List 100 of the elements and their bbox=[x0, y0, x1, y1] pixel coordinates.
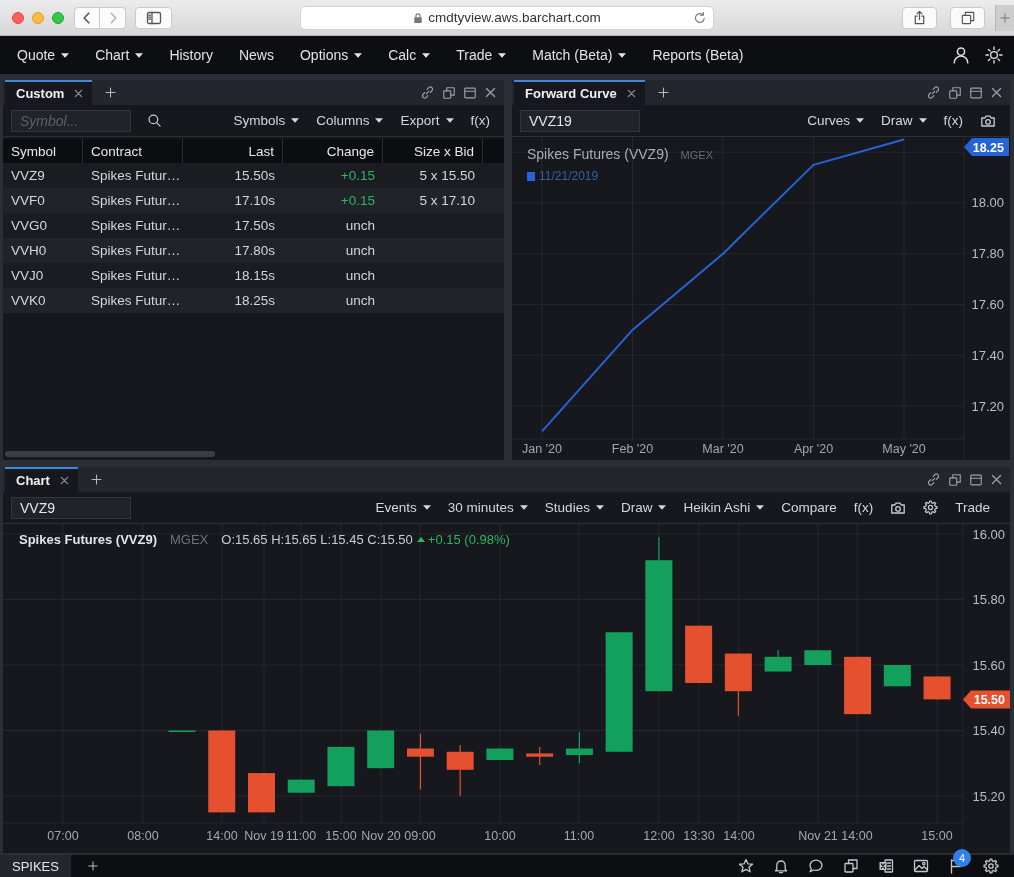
nav-menu[interactable]: Options bbox=[299, 47, 363, 63]
reload-icon[interactable] bbox=[693, 10, 707, 25]
y-axis-label: 17.80 bbox=[971, 246, 1004, 262]
nav-link[interactable]: News bbox=[238, 47, 274, 63]
dropdown-button[interactable]: Symbols bbox=[233, 113, 300, 128]
search-icon[interactable] bbox=[147, 113, 162, 128]
plus-icon[interactable] bbox=[656, 86, 670, 99]
link-icon[interactable] bbox=[420, 85, 435, 100]
link-icon[interactable] bbox=[926, 472, 941, 487]
toolbar-button[interactable]: f(x) bbox=[943, 113, 963, 128]
close-icon[interactable] bbox=[484, 86, 497, 99]
close-icon[interactable] bbox=[59, 476, 69, 485]
window-icon[interactable] bbox=[969, 472, 983, 487]
share-icon[interactable] bbox=[912, 10, 927, 25]
table-row[interactable]: VVH0 Spikes Futur… 17.80s unch bbox=[3, 238, 504, 263]
address-field[interactable]: cmdtyview.aws.barchart.com bbox=[300, 5, 714, 30]
x-axis-label: 09:00 bbox=[404, 829, 436, 843]
dropdown-button[interactable]: Studies bbox=[544, 500, 604, 515]
dropdown-button[interactable]: 30 minutes bbox=[447, 500, 528, 515]
nav-menu[interactable]: Trade bbox=[456, 47, 507, 63]
nav-link[interactable]: Reports (Beta) bbox=[652, 47, 744, 63]
close-icon[interactable] bbox=[626, 89, 636, 98]
nav-menu[interactable]: Calc bbox=[388, 47, 431, 63]
dropdown-button[interactable]: Draw bbox=[620, 500, 667, 515]
bell-icon[interactable] bbox=[773, 858, 789, 874]
window-icon[interactable] bbox=[969, 85, 983, 100]
overlapping-squares-icon[interactable] bbox=[948, 472, 962, 487]
overlapping-squares-icon[interactable] bbox=[442, 85, 456, 100]
star-icon[interactable] bbox=[738, 858, 754, 874]
close-icon[interactable] bbox=[74, 89, 84, 98]
plus-icon[interactable] bbox=[89, 473, 103, 486]
dropdown-button[interactable]: Heikin Ashi bbox=[683, 500, 765, 515]
table-row[interactable]: VVG0 Spikes Futur… 17.50s unch bbox=[3, 213, 504, 238]
plus-icon[interactable] bbox=[104, 86, 118, 99]
nav-menu[interactable]: Match (Beta) bbox=[532, 47, 627, 63]
toolbar-button[interactable]: f(x) bbox=[470, 113, 490, 128]
overlapping-squares-icon[interactable] bbox=[960, 10, 975, 25]
tabs-button[interactable] bbox=[950, 6, 985, 29]
bearish-candle bbox=[685, 625, 713, 684]
dropdown-button[interactable]: Export bbox=[400, 113, 454, 128]
sidebar-icon[interactable] bbox=[145, 9, 162, 26]
table-row[interactable]: VVK0 Spikes Futur… 18.25s unch bbox=[3, 288, 504, 313]
dropdown-button[interactable]: Events bbox=[375, 500, 431, 515]
exchange-label: MGEX bbox=[170, 532, 209, 547]
caret-icon bbox=[375, 118, 384, 123]
panel-tab[interactable]: Chart bbox=[5, 467, 78, 492]
nav-link[interactable]: History bbox=[169, 47, 213, 63]
table-cell-text: 18.15s bbox=[233, 267, 276, 285]
x-axis-label: 10:00 bbox=[484, 829, 516, 843]
plus-icon[interactable] bbox=[86, 860, 99, 872]
link-icon[interactable] bbox=[926, 85, 941, 100]
dropdown-button[interactable]: Curves bbox=[807, 113, 864, 128]
x-axis-label: 08:00 bbox=[127, 829, 159, 843]
table-row[interactable]: VVZ9 Spikes Futur… 15.50s +0.15 5 x 15.50 bbox=[3, 163, 504, 188]
table-cell-text: Spikes Futur… bbox=[90, 242, 182, 260]
overlapping-squares-icon[interactable] bbox=[948, 85, 962, 100]
nav-menu[interactable]: Quote bbox=[17, 47, 70, 63]
image-icon[interactable] bbox=[913, 858, 929, 874]
table-cell-text: VVF0 bbox=[10, 192, 46, 210]
symbol-field[interactable]: VVZ19 bbox=[520, 109, 640, 132]
chat-bubble-icon[interactable] bbox=[808, 858, 824, 874]
table-row[interactable]: VVF0 Spikes Futur… 17.10s +0.15 5 x 17.10 bbox=[3, 188, 504, 213]
table-cell-text: +0.15 bbox=[339, 167, 376, 185]
overlapping-squares-icon[interactable] bbox=[843, 858, 859, 874]
bullish-candle bbox=[287, 779, 315, 794]
caret-icon bbox=[658, 505, 667, 510]
x-axis-label: May '20 bbox=[882, 442, 926, 456]
close-icon[interactable] bbox=[990, 86, 1003, 99]
back-button[interactable] bbox=[74, 6, 100, 29]
sun-icon[interactable] bbox=[984, 45, 1004, 65]
panel-tab[interactable]: Forward Curve bbox=[514, 80, 645, 105]
window-icon[interactable] bbox=[463, 85, 477, 100]
settings-icon[interactable] bbox=[983, 858, 999, 874]
share-button[interactable] bbox=[902, 6, 937, 29]
caret-icon bbox=[595, 505, 604, 510]
close-icon[interactable] bbox=[990, 473, 1003, 486]
dropdown-button[interactable]: Columns bbox=[316, 113, 384, 128]
user-icon[interactable] bbox=[952, 46, 970, 64]
chart-title: Spikes Futures (VVZ9) bbox=[527, 146, 669, 162]
table-cell-text: 15.50s bbox=[233, 167, 276, 185]
trade-button[interactable]: Trade bbox=[955, 500, 990, 515]
y-axis-label: 18.00 bbox=[971, 195, 1004, 211]
toolbar-button[interactable]: f(x) bbox=[853, 500, 874, 515]
horizontal-scrollbar[interactable] bbox=[5, 451, 215, 457]
table-row[interactable]: VVJ0 Spikes Futur… 18.15s unch bbox=[3, 263, 504, 288]
ohlc-values: O:15.65 H:15.65 L:15.45 C:15.50 bbox=[221, 532, 413, 547]
symbol-field[interactable]: Symbol... bbox=[11, 109, 131, 132]
dropdown-button[interactable]: Draw bbox=[881, 113, 927, 128]
panel-tab[interactable]: Custom bbox=[5, 80, 93, 105]
settings-icon[interactable] bbox=[923, 500, 939, 515]
workspace-tab[interactable]: SPIKES bbox=[0, 855, 71, 877]
symbol-field[interactable]: VVZ9 bbox=[11, 496, 131, 519]
price-change: +0.15 (0.98%) bbox=[427, 532, 510, 547]
nav-menu[interactable]: Chart bbox=[95, 47, 144, 63]
spreadsheet-icon[interactable] bbox=[878, 858, 894, 874]
sidebar-button[interactable] bbox=[135, 6, 172, 29]
x-axis-label: Mar '20 bbox=[702, 442, 744, 456]
close-window-button[interactable] bbox=[12, 11, 24, 24]
bearish-candle bbox=[923, 675, 951, 700]
toolbar-button[interactable]: Compare bbox=[781, 500, 837, 515]
